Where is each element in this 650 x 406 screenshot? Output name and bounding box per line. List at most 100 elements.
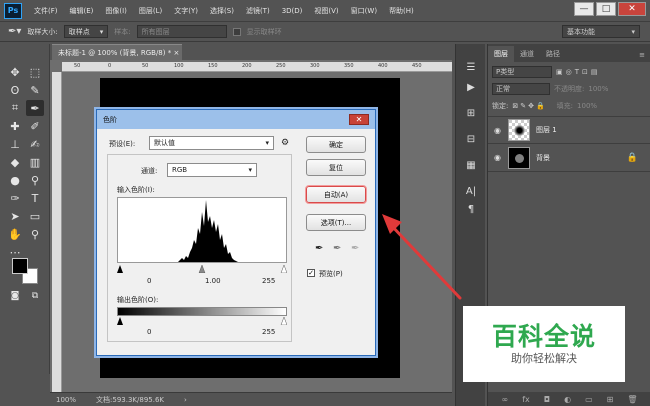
menu-edit[interactable]: 编辑(E) bbox=[64, 6, 100, 16]
quick-select-tool-icon[interactable]: ✎ bbox=[26, 82, 44, 98]
input-gray-value[interactable]: 1.00 bbox=[205, 277, 221, 285]
shape-tool-icon[interactable]: ▭ bbox=[26, 208, 44, 224]
fill-label: 填充: bbox=[556, 102, 574, 110]
menu-help[interactable]: 帮助(H) bbox=[383, 6, 420, 16]
mask-icon[interactable]: ◘ bbox=[544, 395, 550, 404]
input-white-value[interactable]: 255 bbox=[262, 277, 275, 285]
minimize-button[interactable]: — bbox=[574, 2, 594, 16]
layer-filter-select[interactable]: P类型 bbox=[492, 66, 552, 78]
menu-image[interactable]: 图像(I) bbox=[99, 6, 133, 16]
character-icon[interactable]: A| bbox=[463, 184, 479, 198]
dialog-titlebar[interactable]: 色阶 ✕ bbox=[97, 110, 375, 129]
brush-tool-icon[interactable]: ✐ bbox=[26, 118, 44, 134]
eye-icon[interactable]: ◉ bbox=[494, 153, 502, 162]
marquee-tool-icon[interactable]: ⬚ bbox=[26, 64, 44, 80]
zoom-tool-icon[interactable]: ⚲ bbox=[26, 226, 44, 242]
zoom-level[interactable]: 100% bbox=[56, 396, 76, 404]
eyedropper-tool-icon[interactable]: ✒ bbox=[26, 100, 44, 116]
lock-icons[interactable]: ⊠✎✥🔒 bbox=[512, 102, 546, 110]
type-tool-icon[interactable]: T bbox=[26, 190, 44, 206]
properties-icon[interactable]: ⊞ bbox=[463, 106, 479, 120]
foreground-color-swatch[interactable] bbox=[12, 258, 28, 274]
menu-window[interactable]: 窗口(W) bbox=[345, 6, 383, 16]
opacity-value[interactable]: 100% bbox=[588, 85, 608, 93]
auto-button[interactable]: 自动(A) bbox=[305, 185, 367, 204]
pen-tool-icon[interactable]: ✑ bbox=[6, 190, 24, 206]
reset-button[interactable]: 复位 bbox=[306, 159, 366, 176]
menu-3d[interactable]: 3D(D) bbox=[276, 7, 309, 15]
workspace-select[interactable]: 基本功能 ▾ bbox=[562, 25, 640, 38]
tab-channels[interactable]: 通道 bbox=[514, 46, 540, 62]
dodge-tool-icon[interactable]: ⚲ bbox=[26, 172, 44, 188]
black-eyedropper-icon[interactable]: ✒ bbox=[315, 243, 323, 254]
fx-icon[interactable]: fx bbox=[522, 395, 530, 404]
tab-paths[interactable]: 路径 bbox=[540, 46, 566, 62]
channel-select[interactable]: RGB ▾ bbox=[167, 163, 257, 177]
adjust-icon[interactable]: ◐ bbox=[564, 395, 571, 404]
gradient-tool-icon[interactable]: ▥ bbox=[26, 154, 44, 170]
blend-mode-select[interactable]: 正常 bbox=[492, 83, 550, 95]
menu-file[interactable]: 文件(F) bbox=[28, 6, 64, 16]
gray-eyedropper-icon[interactable]: ✒ bbox=[333, 243, 341, 254]
restore-button[interactable]: □ bbox=[596, 2, 616, 16]
layer-row-1[interactable]: ◉ 图层 1 bbox=[488, 116, 650, 144]
clone-stamp-tool-icon[interactable]: ⊥ bbox=[6, 136, 24, 152]
output-black-slider[interactable] bbox=[117, 317, 123, 325]
folder-icon[interactable]: ▭ bbox=[585, 395, 593, 404]
eraser-tool-icon[interactable]: ◆ bbox=[6, 154, 24, 170]
document-tab[interactable]: 未标题-1 @ 100% (背景, RGB/8) * × bbox=[52, 44, 182, 60]
options-button[interactable]: 选项(T)... bbox=[306, 214, 366, 231]
preview-checkbox[interactable]: ✓ bbox=[307, 269, 315, 277]
document-info[interactable]: 文档:593.3K/895.6K bbox=[96, 395, 164, 405]
hand-tool-icon[interactable]: ✋ bbox=[6, 226, 24, 242]
blur-tool-icon[interactable]: ● bbox=[6, 172, 24, 188]
play-actions-icon[interactable]: ▶ bbox=[463, 80, 479, 94]
healing-brush-tool-icon[interactable]: ✚ bbox=[6, 118, 24, 134]
sample-select[interactable]: 所有图层 bbox=[136, 25, 227, 38]
show-ring-checkbox[interactable] bbox=[232, 27, 241, 36]
eye-icon[interactable]: ◉ bbox=[494, 126, 502, 135]
adjustments-icon[interactable]: ⊟ bbox=[463, 132, 479, 146]
tab-layers[interactable]: 图层 bbox=[488, 46, 514, 62]
menu-select[interactable]: 选择(S) bbox=[204, 6, 240, 16]
white-eyedropper-icon[interactable]: ✒ bbox=[351, 243, 359, 254]
lasso-tool-icon[interactable]: ʘ bbox=[6, 82, 24, 98]
link-icon[interactable]: ∞ bbox=[502, 395, 509, 404]
screen-mode-icon[interactable]: ⧉ bbox=[26, 288, 44, 304]
filter-icons[interactable]: ▣◎T⊡▤ bbox=[556, 68, 600, 76]
trash-icon[interactable]: 🗑 bbox=[627, 395, 637, 404]
white-point-slider[interactable] bbox=[280, 265, 287, 273]
panel-menu-icon[interactable]: ≡ bbox=[634, 48, 650, 62]
layer-row-background[interactable]: ◉ 背景 🔒 bbox=[488, 144, 650, 172]
close-tab-icon[interactable]: × bbox=[173, 49, 179, 57]
swatches-icon[interactable]: ▦ bbox=[463, 158, 479, 172]
input-black-value[interactable]: 0 bbox=[147, 277, 151, 285]
ok-button[interactable]: 确定 bbox=[306, 136, 366, 153]
output-white-value[interactable]: 255 bbox=[262, 328, 275, 336]
quick-mask-icon[interactable]: ◙ bbox=[6, 288, 24, 304]
menu-type[interactable]: 文字(Y) bbox=[168, 6, 204, 16]
eyedropper-preset-icon[interactable]: ✒▾ bbox=[8, 26, 21, 37]
menu-filter[interactable]: 滤镜(T) bbox=[240, 6, 276, 16]
close-button[interactable]: ✕ bbox=[618, 2, 646, 16]
output-black-value[interactable]: 0 bbox=[147, 328, 151, 336]
new-layer-icon[interactable]: ⊞ bbox=[607, 395, 614, 404]
chevron-right-icon[interactable]: › bbox=[184, 396, 187, 404]
preset-select[interactable]: 默认值 ▾ bbox=[149, 136, 274, 150]
preset-options-gear-icon[interactable]: ⚙ bbox=[281, 138, 289, 148]
crop-tool-icon[interactable]: ⌗ bbox=[6, 100, 24, 116]
menu-view[interactable]: 视图(V) bbox=[308, 6, 344, 16]
path-select-tool-icon[interactable]: ➤ bbox=[6, 208, 24, 224]
output-white-slider[interactable] bbox=[280, 317, 287, 325]
dialog-close-button[interactable]: ✕ bbox=[349, 114, 369, 125]
gray-point-slider[interactable] bbox=[198, 265, 206, 273]
history-icon[interactable]: ☰ bbox=[463, 60, 479, 74]
output-levels-slider[interactable] bbox=[117, 317, 287, 325]
input-levels-slider[interactable] bbox=[117, 265, 287, 273]
move-tool-icon[interactable]: ✥ bbox=[6, 64, 24, 80]
menu-layer[interactable]: 图层(L) bbox=[133, 6, 168, 16]
black-point-slider[interactable] bbox=[117, 265, 123, 273]
history-brush-tool-icon[interactable]: ✍ bbox=[26, 136, 44, 152]
fill-value[interactable]: 100% bbox=[577, 102, 597, 110]
sample-size-select[interactable]: 取样点 ▾ bbox=[63, 25, 109, 38]
